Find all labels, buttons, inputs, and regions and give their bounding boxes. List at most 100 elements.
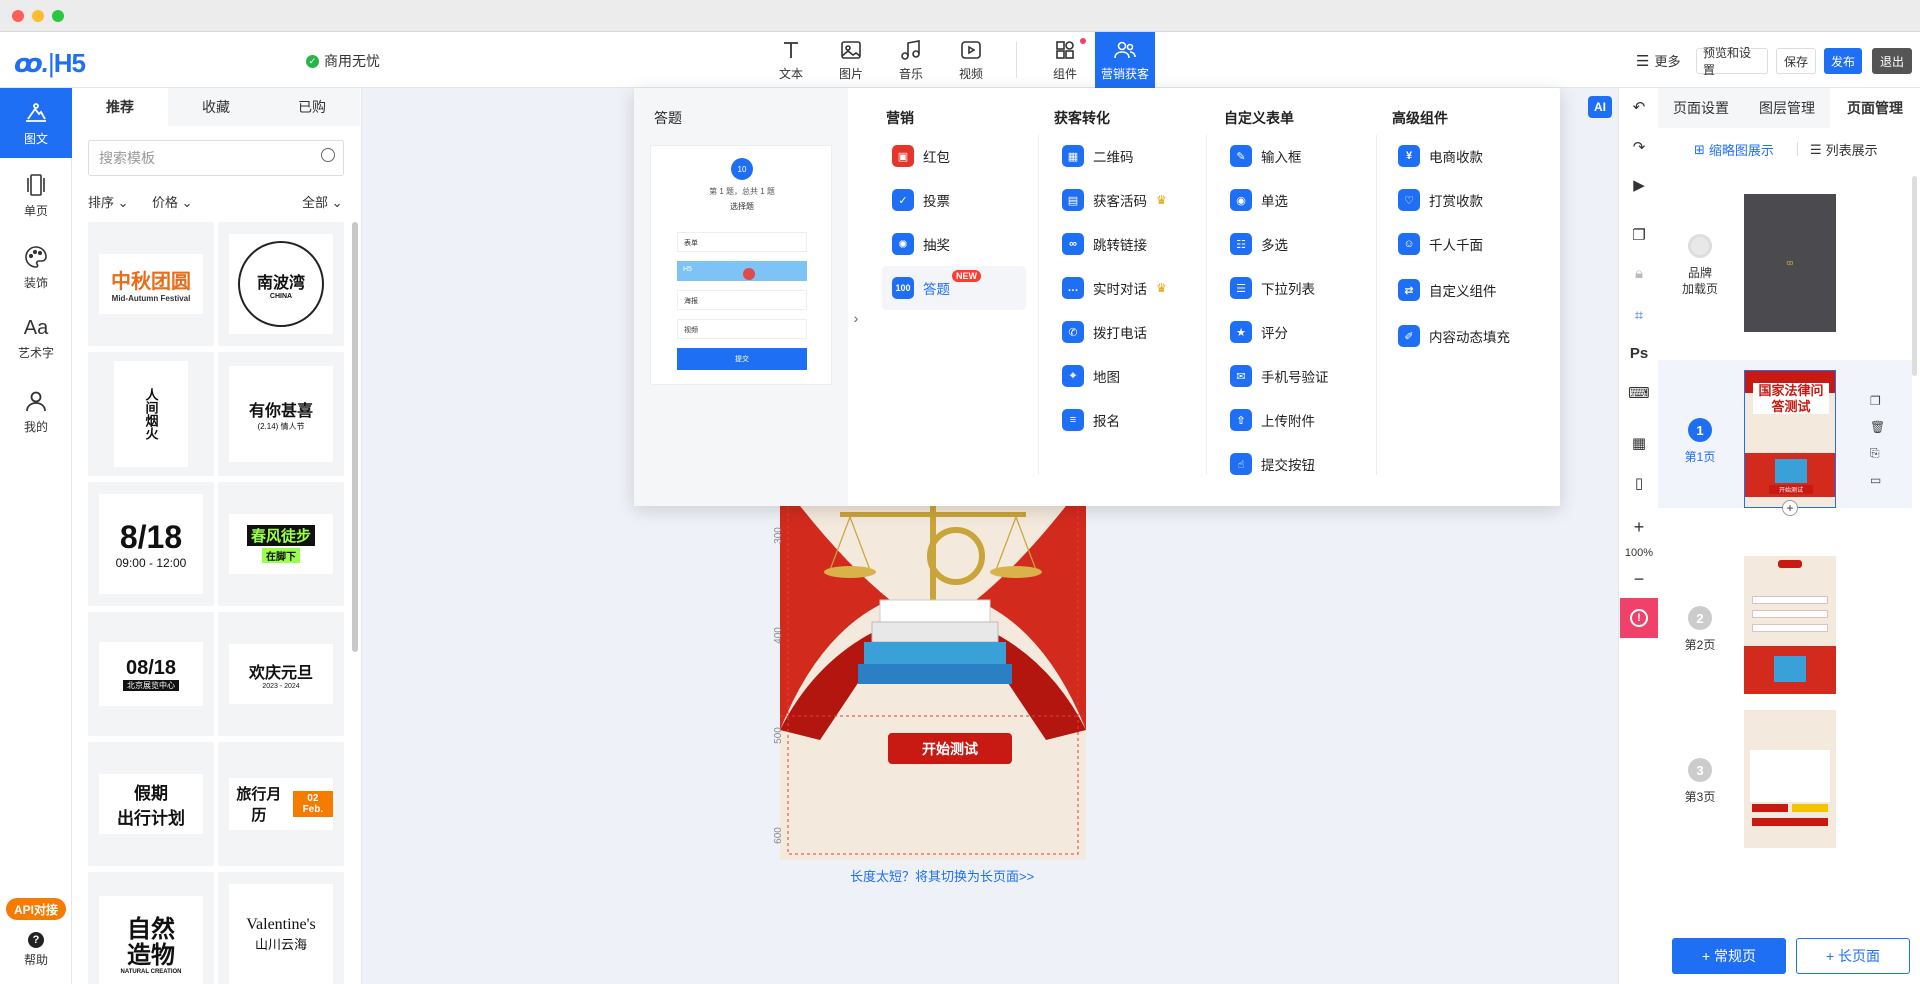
exit-button[interactable]: 退出 — [1872, 48, 1912, 74]
template-card[interactable]: 南波湾 CHINA — [218, 222, 344, 346]
sort-dropdown[interactable]: 排序 ⌄ — [88, 192, 129, 211]
tool-component[interactable]: 组件 — [1036, 32, 1094, 88]
menu-item-submit-button[interactable]: ☝ 提交按钮 — [1230, 450, 1315, 478]
nav-item-mine[interactable]: 我的 — [0, 376, 72, 446]
help-button[interactable]: ? 帮助 — [0, 932, 72, 968]
add-page-icon[interactable]: + — [1782, 500, 1798, 516]
tab-layer-management[interactable]: 图层管理 — [1744, 88, 1830, 128]
menu-item-vote[interactable]: ✓ 投票 — [892, 186, 950, 214]
menu-item-quiz[interactable]: 100 答题 — [892, 274, 950, 302]
folder-icon[interactable]: ▭ — [1870, 473, 1885, 487]
save-button[interactable]: 保存 — [1776, 48, 1816, 74]
undo-icon[interactable]: ↶ — [1619, 92, 1659, 122]
tab-favorites[interactable]: 收藏 — [168, 88, 264, 126]
nav-item-art-text[interactable]: Aa 艺术字 — [0, 304, 72, 374]
menu-item-personalize[interactable]: ☺ 千人千面 — [1398, 230, 1483, 258]
menu-item-input[interactable]: ✎ 输入框 — [1230, 142, 1302, 170]
ps-button[interactable]: Ps — [1619, 338, 1659, 368]
tab-page-settings[interactable]: 页面设置 — [1658, 88, 1744, 128]
page-row-loading[interactable]: 品牌 加载页 ꝏ — [1658, 194, 1910, 342]
template-card[interactable]: 中秋团圆 Mid-Autumn Festival — [88, 222, 214, 346]
chevron-right-icon[interactable]: › — [848, 306, 864, 330]
page-row-1[interactable]: 1 第1页 国家法律问答测试 开始测试 + ❐ 🗑︎ ⎘ ▭ — [1658, 360, 1912, 516]
price-dropdown[interactable]: 价格 ⌄ — [152, 192, 193, 211]
menu-item-upload[interactable]: ⇧ 上传附件 — [1230, 406, 1315, 434]
tool-marketing[interactable]: 营销获客 — [1095, 32, 1155, 88]
menu-item-custom-component[interactable]: ⇄ 自定义组件 — [1398, 276, 1497, 304]
scan-icon[interactable]: ⌗ — [1619, 300, 1659, 330]
phone-preview[interactable] — [780, 480, 1086, 860]
template-card[interactable]: 春风徒步 在脚下 — [218, 482, 344, 606]
nav-item-decoration[interactable]: 装饰 — [0, 232, 72, 302]
template-card[interactable]: 假期 出行计划 — [88, 742, 214, 866]
menu-item-redpacket[interactable]: ▣ 红包 — [892, 142, 950, 170]
api-badge[interactable]: API对接 — [6, 898, 66, 920]
copy-page-icon[interactable]: ❐ — [1870, 394, 1885, 408]
menu-item-dynamic-fill[interactable]: ✐ 内容动态填充 — [1398, 322, 1510, 350]
tool-text[interactable]: 文本 — [762, 32, 820, 88]
menu-item-dropdown-list[interactable]: ☰ 下拉列表 — [1230, 274, 1315, 302]
redo-icon[interactable]: ↷ — [1619, 132, 1659, 162]
lock-icon[interactable]: 🔒︎ — [1619, 258, 1659, 288]
play-icon[interactable]: ▶ — [1619, 170, 1659, 200]
tool-video[interactable]: 视频 — [942, 32, 1000, 88]
template-card[interactable]: 自然造物 NATURAL CREATION — [88, 872, 214, 984]
menu-item-rating[interactable]: ★ 评分 — [1230, 318, 1288, 346]
menu-item-livecode[interactable]: ▤ 获客活码 ♛ — [1062, 186, 1167, 214]
menu-item-link[interactable]: ∞ 跳转链接 — [1062, 230, 1147, 258]
tab-page-management[interactable]: 页面管理 — [1830, 88, 1920, 128]
template-scrollbar[interactable] — [352, 222, 358, 652]
zoom-out-icon[interactable]: − — [1619, 564, 1659, 594]
thumbnail-view-toggle[interactable]: ⊞ 缩略图展示 — [1694, 140, 1774, 159]
menu-item-map[interactable]: ⌖ 地图 — [1062, 362, 1120, 390]
menu-item-ecommerce[interactable]: ¥ 电商收款 — [1398, 142, 1483, 170]
delete-page-icon[interactable]: 🗑︎ — [1870, 420, 1885, 434]
page-row-2[interactable]: 2 第2页 — [1658, 546, 1910, 694]
template-card[interactable]: Valentine's 山川云海 — [218, 872, 344, 984]
add-long-page-button[interactable]: + 长页面 — [1796, 938, 1910, 974]
page-row-3[interactable]: 3 第3页 — [1658, 700, 1910, 848]
grid-icon[interactable]: ▦ — [1619, 428, 1659, 458]
menu-item-qrcode[interactable]: ▦ 二维码 — [1062, 142, 1134, 170]
more-button[interactable]: ☰ 更多 — [1636, 51, 1680, 70]
commercial-badge[interactable]: ✓ 商用无忧 — [306, 51, 380, 71]
start-quiz-button[interactable]: 开始测试 — [888, 733, 1012, 764]
maximize-window-button[interactable] — [52, 10, 64, 22]
tab-recommended[interactable]: 推荐 — [72, 88, 168, 126]
publish-button[interactable]: 发布 — [1824, 48, 1862, 74]
template-card[interactable]: 人间烟火 — [88, 352, 214, 476]
all-dropdown[interactable]: 全部 ⌄ — [302, 192, 343, 211]
nav-item-graphics[interactable]: 图文 — [0, 88, 72, 158]
ai-button[interactable]: AI — [1588, 96, 1612, 118]
add-normal-page-button[interactable]: + 常规页 — [1672, 938, 1786, 974]
template-card[interactable]: 旅行月历 02 Feb. — [218, 742, 344, 866]
app-logo[interactable]: ꝏ.|H5 — [14, 48, 86, 79]
close-window-button[interactable] — [12, 10, 24, 22]
nav-item-page[interactable]: 单页 — [0, 160, 72, 230]
menu-item-chat[interactable]: … 实时对话 ♛ — [1062, 274, 1167, 302]
mobile-icon[interactable]: ▯ — [1619, 468, 1659, 498]
menu-item-lottery[interactable]: ✺ 抽奖 — [892, 230, 950, 258]
switch-long-page-link[interactable]: 长度太短？将其切换为长页面>> — [850, 866, 1034, 885]
template-card[interactable]: 8/18 09:00 - 12:00 — [88, 482, 214, 606]
menu-item-sms-verify[interactable]: ✉ 手机号验证 — [1230, 362, 1329, 390]
duplicate-page-icon[interactable]: ⎘ — [1870, 446, 1885, 461]
menu-item-signup[interactable]: ≡ 报名 — [1062, 406, 1120, 434]
tool-music[interactable]: 音乐 — [882, 32, 940, 88]
template-card[interactable]: 08/18 北京展览中心 — [88, 612, 214, 736]
keyboard-icon[interactable]: ⌨ — [1619, 378, 1659, 408]
copy-icon[interactable]: ❐ — [1619, 220, 1659, 250]
tool-image[interactable]: 图片 — [822, 32, 880, 88]
alert-icon[interactable]: ! — [1620, 598, 1658, 638]
list-view-toggle[interactable]: ☰ 列表展示 — [1810, 140, 1878, 159]
template-card[interactable]: 有你甚喜 (2.14) 情人节 — [218, 352, 344, 476]
minimize-window-button[interactable] — [32, 10, 44, 22]
search-icon[interactable] — [321, 148, 335, 162]
preview-settings-button[interactable]: 预览和设置 — [1696, 46, 1768, 77]
menu-item-reward[interactable]: ♡ 打赏收款 — [1398, 186, 1483, 214]
template-card[interactable]: 欢庆元旦 2023 - 2024 — [218, 612, 344, 736]
template-search-input[interactable]: 搜索模板 — [88, 140, 344, 176]
menu-item-phone[interactable]: ✆ 拨打电话 — [1062, 318, 1147, 346]
page-panel-scrollbar[interactable] — [1912, 176, 1917, 376]
menu-item-radio[interactable]: ◉ 单选 — [1230, 186, 1288, 214]
